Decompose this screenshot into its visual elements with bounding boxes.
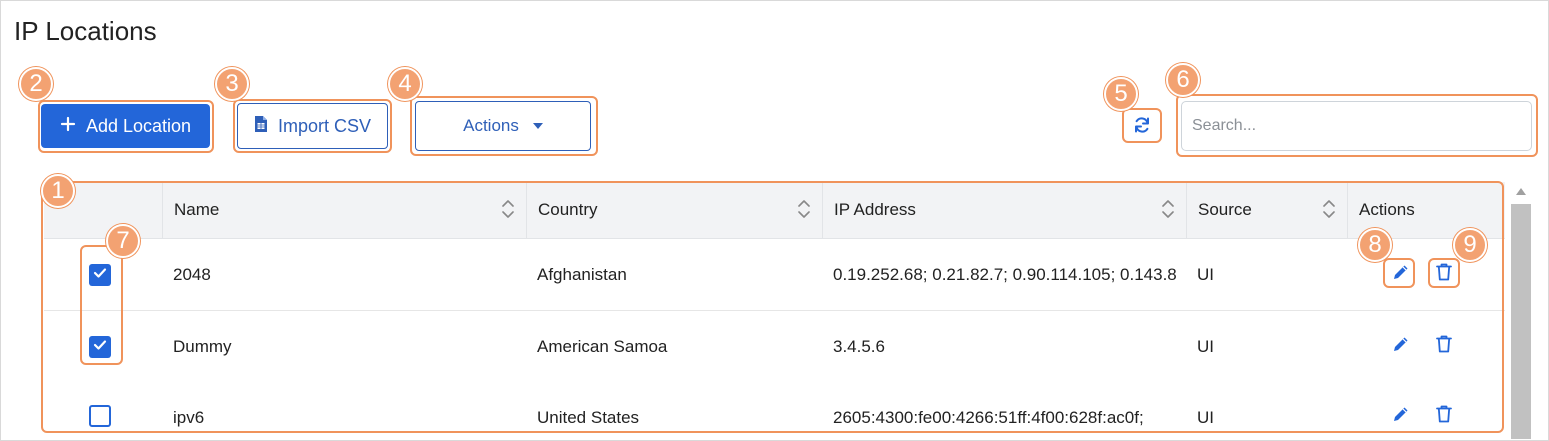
edit-button[interactable]: [1389, 404, 1413, 428]
actions-dropdown-button[interactable]: Actions: [415, 101, 591, 151]
edit-button[interactable]: [1389, 334, 1413, 358]
trash-icon: [1435, 334, 1453, 359]
column-label: Actions: [1359, 200, 1415, 219]
table-header: Name Country IP Address Source Actions: [44, 182, 1505, 239]
annotation-number: 2: [19, 67, 53, 101]
sort-icon[interactable]: [798, 198, 810, 225]
check-icon: [93, 266, 107, 284]
table-scrollbar[interactable]: [1511, 182, 1531, 439]
caret-down-icon: [532, 123, 543, 129]
pencil-icon: [1391, 262, 1411, 287]
column-header-ip-address[interactable]: IP Address: [822, 182, 1186, 238]
column-header-name[interactable]: Name: [162, 182, 526, 238]
column-header-country[interactable]: Country: [526, 182, 822, 238]
sort-icon[interactable]: [1323, 198, 1335, 225]
annotation-number: 7: [106, 224, 140, 258]
import-csv-button[interactable]: Import CSV: [237, 103, 388, 149]
table-row: 2048 Afghanistan 0.19.252.68; 0.21.82.7;…: [44, 239, 1505, 311]
annotation-number: 6: [1166, 63, 1200, 97]
import-csv-label: Import CSV: [277, 115, 372, 136]
annotation-number: 9: [1453, 228, 1487, 262]
annotation-number: 3: [215, 67, 249, 101]
scroll-up-arrow-icon[interactable]: [1516, 188, 1526, 195]
annotation-number: 4: [388, 67, 422, 101]
delete-button[interactable]: [1432, 334, 1456, 358]
cell-ip-address: 0.19.252.68; 0.21.82.7; 0.90.114.105; 0.…: [833, 264, 1177, 284]
edit-button[interactable]: [1389, 262, 1413, 286]
cell-name: Dummy: [173, 336, 232, 356]
pencil-icon: [1391, 404, 1411, 429]
column-label: Name: [174, 200, 220, 219]
refresh-icon: [1133, 116, 1151, 139]
cell-name: 2048: [173, 264, 211, 284]
cell-country: American Samoa: [537, 336, 668, 356]
ip-locations-table: Name Country IP Address Source Actions 2…: [44, 182, 1505, 434]
cell-name: ipv6: [173, 407, 205, 427]
delete-button[interactable]: [1432, 404, 1456, 428]
table-row: Dummy American Samoa 3.4.5.6 UI: [44, 311, 1505, 383]
column-label: Source: [1198, 200, 1252, 219]
cell-country: Afghanistan: [537, 264, 627, 284]
delete-button[interactable]: [1432, 262, 1456, 286]
refresh-button[interactable]: [1125, 111, 1159, 143]
add-location-label: Add Location: [85, 115, 192, 136]
sort-icon[interactable]: [502, 198, 514, 225]
row-checkbox[interactable]: [89, 336, 111, 358]
check-icon: [93, 338, 107, 356]
column-label: IP Address: [834, 200, 916, 219]
page-title: IP Locations: [14, 16, 157, 46]
scrollbar-thumb[interactable]: [1511, 204, 1531, 439]
pencil-icon: [1391, 334, 1411, 359]
plus-icon: [60, 116, 76, 137]
annotation-number: 8: [1358, 228, 1392, 262]
sort-icon[interactable]: [1162, 198, 1174, 225]
annotation-number: 5: [1104, 77, 1138, 111]
cell-source: UI: [1197, 407, 1214, 427]
row-checkbox[interactable]: [89, 264, 111, 286]
cell-source: UI: [1197, 264, 1214, 284]
add-location-button[interactable]: Add Location: [41, 104, 210, 148]
cell-source: UI: [1197, 336, 1214, 356]
table-row: ipv6 United States 2605:4300:fe00:4266:5…: [44, 382, 1505, 434]
cell-ip-address: 2605:4300:fe00:4266:51ff:4f00:628f:ac0f;: [833, 407, 1144, 427]
cell-country: United States: [537, 407, 640, 427]
actions-label: Actions: [463, 116, 519, 135]
file-csv-icon: [254, 115, 268, 138]
search-input[interactable]: [1181, 101, 1532, 151]
cell-ip-address: 3.4.5.6: [833, 336, 885, 356]
annotation-number: 1: [41, 174, 75, 208]
row-checkbox[interactable]: [89, 405, 111, 427]
trash-icon: [1435, 262, 1453, 287]
column-label: Country: [538, 200, 598, 219]
column-header-source[interactable]: Source: [1186, 182, 1347, 238]
trash-icon: [1435, 404, 1453, 429]
